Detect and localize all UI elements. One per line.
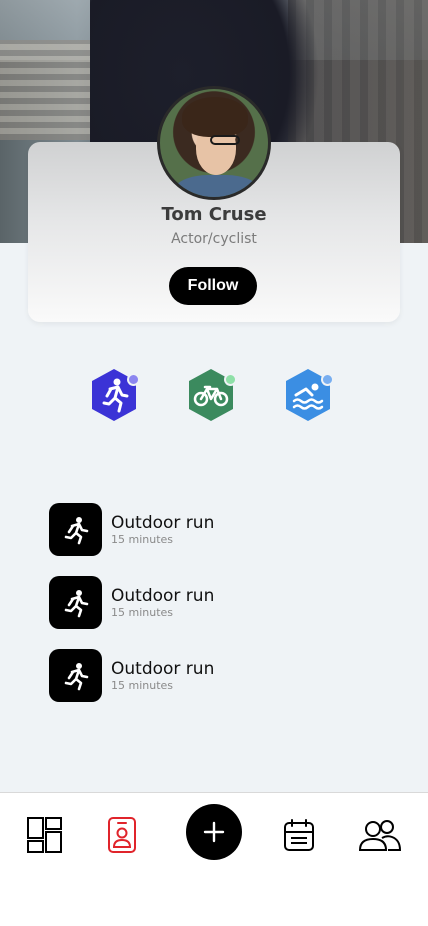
workout-title: Outdoor run (111, 513, 215, 533)
running-icon (49, 576, 102, 629)
people-icon[interactable] (358, 815, 402, 855)
follow-button[interactable]: Follow (169, 267, 257, 305)
add-icon (203, 821, 225, 843)
calendar-icon[interactable] (279, 815, 319, 855)
workout-duration: 15 minutes (111, 533, 174, 546)
running-icon (49, 649, 102, 702)
workout-list: Outdoor run 15 minutes Outdoor run 15 mi… (49, 503, 379, 722)
cycling-badge[interactable] (185, 367, 237, 423)
list-item[interactable]: Outdoor run 15 minutes (49, 503, 379, 556)
profile-role: Actor/cyclist (171, 231, 257, 247)
running-icon (49, 503, 102, 556)
list-item[interactable]: Outdoor run 15 minutes (49, 576, 379, 629)
add-button[interactable] (186, 804, 242, 860)
running-badge[interactable] (88, 367, 140, 423)
avatar[interactable] (157, 86, 271, 200)
workout-duration: 15 minutes (111, 606, 174, 619)
swimming-badge[interactable] (282, 367, 334, 423)
list-item[interactable]: Outdoor run 15 minutes (49, 649, 379, 702)
profile-screen: Tom Cruse Actor/cyclist Follow Outdoor r… (0, 0, 428, 926)
dashboard-icon[interactable] (25, 815, 65, 855)
workout-title: Outdoor run (111, 659, 215, 679)
profile-badge-icon[interactable] (102, 815, 142, 855)
status-dot (321, 373, 334, 386)
status-dot (127, 373, 140, 386)
bottom-nav (0, 792, 428, 926)
status-dot (224, 373, 237, 386)
profile-name: Tom Cruse (161, 204, 267, 225)
workout-title: Outdoor run (111, 586, 215, 606)
workout-duration: 15 minutes (111, 679, 174, 692)
